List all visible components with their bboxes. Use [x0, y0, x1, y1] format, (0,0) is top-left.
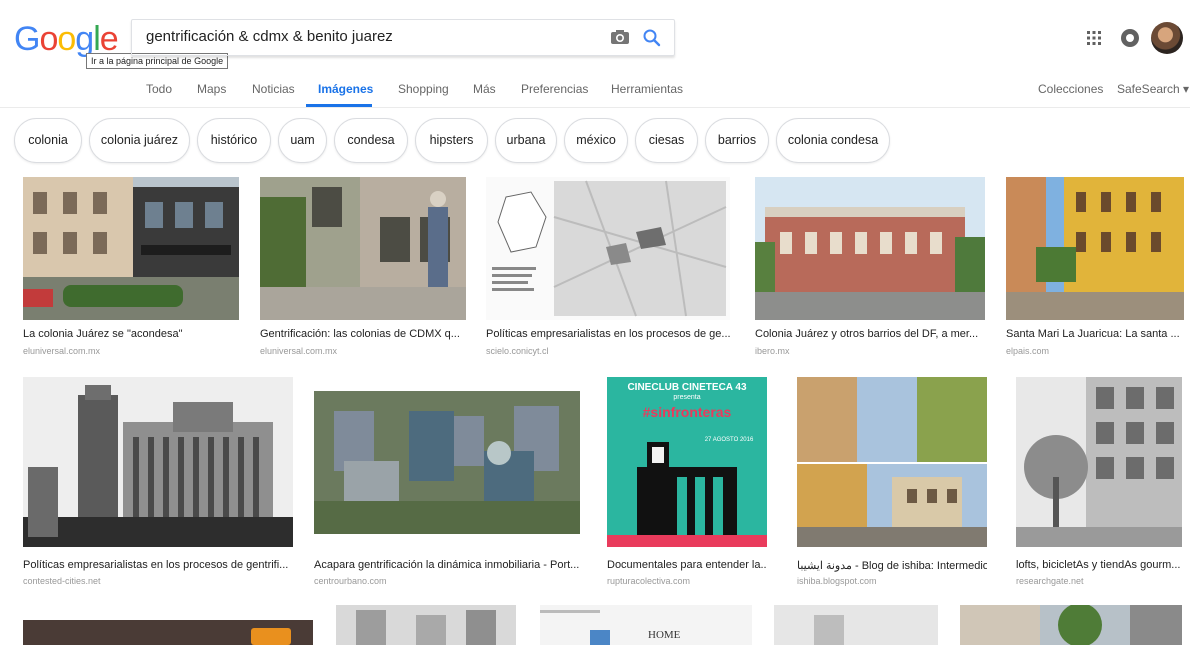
- result-caption[interactable]: Acapara gentrificación la dinámica inmob…: [314, 559, 580, 571]
- logo-letter: o: [57, 20, 76, 58]
- poster-title: CINECLUB CINETECA 43: [627, 382, 747, 393]
- image-result[interactable]: Gentrificación: las colonias de CDMX q..…: [260, 177, 466, 357]
- result-source[interactable]: ibero.mx: [755, 346, 790, 356]
- result-thumbnail[interactable]: [314, 391, 580, 534]
- avatar[interactable]: [1151, 22, 1183, 54]
- chip[interactable]: colonia juárez: [89, 118, 190, 163]
- logo-letter: o: [39, 20, 58, 58]
- result-source[interactable]: ishiba.blogspot.com: [797, 576, 877, 586]
- chip[interactable]: histórico: [197, 118, 271, 163]
- collections-link[interactable]: Colecciones: [1038, 82, 1103, 96]
- thumb-text: HOME: [648, 629, 681, 641]
- chip[interactable]: colonia condesa: [776, 118, 890, 163]
- result-caption[interactable]: Gentrificación: las colonias de CDMX q..…: [260, 328, 466, 340]
- image-result[interactable]: lofts, bicicletAs y tiendAs gourm... res…: [1016, 377, 1182, 592]
- header: Google Ir a la página principal de Googl…: [0, 0, 1190, 108]
- tab-shopping[interactable]: Shopping: [398, 82, 449, 96]
- result-thumbnail[interactable]: [23, 377, 293, 547]
- result-source[interactable]: researchgate.net: [1016, 576, 1084, 586]
- result-source[interactable]: rupturacolectiva.com: [607, 576, 690, 586]
- search-input[interactable]: [146, 28, 586, 45]
- poster-subtitle: presenta: [673, 394, 701, 401]
- image-result[interactable]: CINECLUB CINETECA 43 presenta #sinfronte…: [607, 377, 767, 592]
- result-caption[interactable]: Políticas empresarialistas en los proces…: [23, 559, 293, 571]
- tab-mas[interactable]: Más: [473, 82, 496, 96]
- result-thumbnail[interactable]: [1006, 177, 1184, 320]
- image-result[interactable]: Políticas empresarialistas en los proces…: [23, 377, 293, 592]
- image-result[interactable]: [960, 605, 1182, 645]
- result-caption[interactable]: مدونة ايشيبا - Blog de ishiba: Intermedi…: [797, 559, 987, 572]
- search-tabs: Todo Maps Noticias Imágenes Shopping Más…: [0, 80, 1190, 108]
- related-chips: colonia colonia juárez histórico uam con…: [0, 118, 1190, 164]
- safesearch-menu[interactable]: SafeSearch ▾: [1117, 82, 1189, 96]
- image-result[interactable]: HOME: [540, 605, 752, 645]
- chip[interactable]: méxico: [564, 118, 628, 163]
- result-thumbnail[interactable]: [1016, 377, 1182, 547]
- search-icon[interactable]: [642, 28, 662, 48]
- image-result[interactable]: [23, 620, 313, 645]
- result-thumbnail[interactable]: [486, 177, 730, 320]
- image-result[interactable]: Santa Mari La Juaricua: La santa ... elp…: [1006, 177, 1184, 357]
- result-source[interactable]: eluniversal.com.mx: [260, 346, 337, 356]
- result-thumbnail[interactable]: [797, 377, 987, 547]
- image-result[interactable]: [336, 605, 516, 645]
- result-thumbnail[interactable]: [23, 620, 313, 645]
- image-result[interactable]: Colonia Juárez y otros barrios del DF, a…: [755, 177, 985, 357]
- result-caption[interactable]: Políticas empresarialistas en los proces…: [486, 328, 730, 340]
- result-caption[interactable]: Documentales para entender la...: [607, 559, 767, 571]
- result-thumbnail[interactable]: CINECLUB CINETECA 43 presenta #sinfronte…: [607, 377, 767, 547]
- logo-letter: G: [14, 20, 40, 58]
- image-result[interactable]: La colonia Juárez se "acondesa" eluniver…: [23, 177, 239, 357]
- notifications-icon[interactable]: [1121, 29, 1139, 47]
- image-result[interactable]: مدونة ايشيبا - Blog de ishiba: Intermedi…: [797, 377, 987, 592]
- result-source[interactable]: contested-cities.net: [23, 576, 101, 586]
- chip[interactable]: ciesas: [635, 118, 698, 163]
- image-result[interactable]: Políticas empresarialistas en los proces…: [486, 177, 730, 357]
- result-source[interactable]: centrourbano.com: [314, 576, 387, 586]
- chip[interactable]: colonia: [14, 118, 82, 163]
- result-caption[interactable]: La colonia Juárez se "acondesa": [23, 328, 239, 340]
- result-thumbnail[interactable]: [755, 177, 985, 320]
- search-box[interactable]: [131, 19, 675, 56]
- tab-preferencias[interactable]: Preferencias: [521, 82, 588, 96]
- image-result[interactable]: Acapara gentrificación la dinámica inmob…: [314, 377, 580, 592]
- active-tab-indicator: [306, 104, 372, 107]
- result-source[interactable]: scielo.conicyt.cl: [486, 346, 549, 356]
- poster-hashtag: #sinfronteras: [642, 404, 732, 420]
- tab-herramientas[interactable]: Herramientas: [611, 82, 683, 96]
- result-source[interactable]: elpais.com: [1006, 346, 1049, 356]
- result-caption[interactable]: lofts, bicicletAs y tiendAs gourm...: [1016, 559, 1182, 571]
- result-thumbnail[interactable]: [336, 605, 516, 645]
- chip[interactable]: barrios: [705, 118, 769, 163]
- result-thumbnail[interactable]: [774, 605, 938, 645]
- result-thumbnail[interactable]: [260, 177, 466, 320]
- tab-maps[interactable]: Maps: [197, 82, 226, 96]
- poster-date: 27 AGOSTO 2016: [704, 437, 754, 443]
- result-caption[interactable]: Santa Mari La Juaricua: La santa ...: [1006, 328, 1184, 340]
- result-source[interactable]: eluniversal.com.mx: [23, 346, 100, 356]
- result-caption[interactable]: Colonia Juárez y otros barrios del DF, a…: [755, 328, 985, 340]
- camera-icon[interactable]: [610, 29, 630, 45]
- apps-grid-icon[interactable]: [1086, 30, 1102, 46]
- image-result[interactable]: [774, 605, 938, 645]
- result-thumbnail[interactable]: [540, 605, 752, 645]
- tab-imagenes[interactable]: Imágenes: [318, 82, 373, 96]
- chip[interactable]: condesa: [334, 118, 408, 163]
- chip[interactable]: urbana: [495, 118, 557, 163]
- tab-todo[interactable]: Todo: [146, 82, 172, 96]
- chip[interactable]: hipsters: [415, 118, 488, 163]
- result-thumbnail[interactable]: [960, 605, 1182, 645]
- tab-noticias[interactable]: Noticias: [252, 82, 295, 96]
- result-thumbnail[interactable]: [23, 177, 239, 320]
- chip[interactable]: uam: [278, 118, 327, 163]
